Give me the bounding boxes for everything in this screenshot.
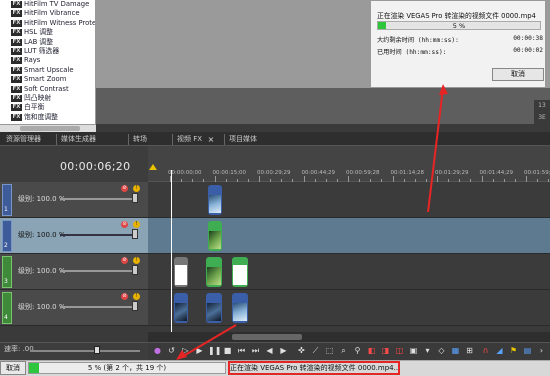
arrow-to-status-line bbox=[179, 324, 237, 359]
arrow-to-status-head bbox=[176, 350, 187, 360]
arrow-to-dialog-line bbox=[427, 87, 444, 213]
arrow-to-dialog-head bbox=[439, 84, 448, 95]
annotation-arrows bbox=[176, 84, 448, 360]
